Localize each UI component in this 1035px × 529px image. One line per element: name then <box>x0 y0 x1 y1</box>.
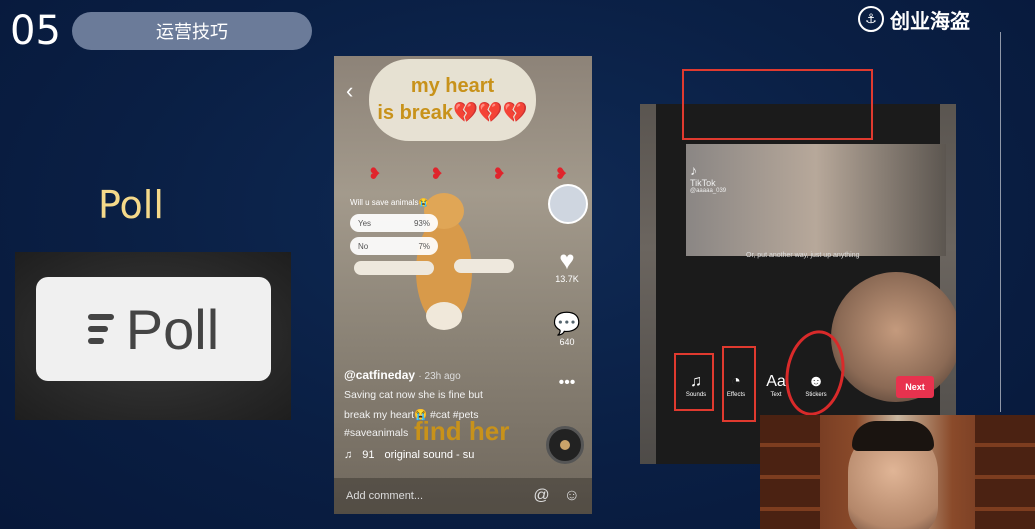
post-author[interactable]: @catfineday · 23h ago <box>344 368 461 382</box>
sound-row[interactable]: ♫ 91 original sound - su <box>344 449 474 461</box>
heart-icon: ❥ <box>368 166 382 183</box>
heart-icon: ❥ <box>430 166 444 183</box>
more-options-icon[interactable]: ••• <box>552 374 582 392</box>
poll-option-percent: 93% <box>413 218 430 228</box>
comment-button[interactable]: 💬 640 <box>552 311 582 347</box>
author-handle: @catfineday <box>344 368 416 382</box>
tiktok-username: @aaaaa_039 <box>690 188 727 194</box>
webcam-overlay <box>760 415 1035 529</box>
tiktok-poll-screenshot: ‹ my heart is break💔💔💔 ❥ ❥ ❥ ❥ Will u sa… <box>334 56 592 514</box>
anchor-icon: ⚓ <box>858 6 884 32</box>
brand-name: 创业海盗 <box>890 8 970 33</box>
emoji-icon[interactable]: ☺ <box>564 487 580 505</box>
mention-icon[interactable]: @ <box>533 487 549 505</box>
heart-break-bubble: my heart is break💔💔💔 <box>369 59 536 141</box>
poll-option-label: Yes <box>358 218 372 228</box>
green-screen-face <box>831 272 956 402</box>
poll-lines-icon <box>87 314 114 344</box>
poll-option-no[interactable]: No 7% <box>350 237 438 255</box>
like-count: 13.7K <box>555 274 579 284</box>
heart-icon: ♥ <box>559 245 575 275</box>
annotation-box-sounds <box>674 353 714 411</box>
tiktok-app-name: TikTok <box>690 178 716 188</box>
video-subtitle: Or, put another way, just up anything <box>746 252 860 259</box>
poll-option-percent: 7% <box>418 241 430 251</box>
brand-logo: ⚓ 创业海盗 <box>858 5 970 33</box>
heart-icon: ❥ <box>492 166 506 183</box>
comment-bubble-icon: 💬 <box>553 311 581 336</box>
caption-line-1: Saving cat now she is fine but <box>344 389 483 401</box>
heart-icon: ❥ <box>554 166 568 183</box>
next-button[interactable]: Next <box>896 376 934 398</box>
poll-heading: Poll <box>98 183 164 227</box>
divider-line <box>1000 32 1001 412</box>
section-title: 运营技巧 <box>156 22 228 43</box>
creator-avatar[interactable] <box>548 184 588 224</box>
back-arrow-icon[interactable]: ‹ <box>346 78 353 104</box>
poll-button-label: Poll <box>125 297 220 361</box>
bookshelf-right <box>975 415 1035 529</box>
bookshelf-left <box>760 415 820 529</box>
sound-count: 91 <box>362 449 375 461</box>
tiktok-logo-icon: ♪ <box>690 162 697 178</box>
comment-input[interactable]: Add comment... <box>346 490 423 502</box>
poll-button-image: Poll <box>15 252 291 420</box>
poll-option-yes[interactable]: Yes 93% <box>350 214 438 232</box>
poll-option-label: No <box>358 241 369 251</box>
slide-number: 05 <box>10 8 61 54</box>
comment-bar[interactable]: Add comment... @ ☺ <box>334 478 592 514</box>
bubble-line-1: my heart <box>410 75 495 97</box>
music-disc-icon[interactable] <box>546 426 584 464</box>
tiktok-watermark: ♪ TikTok @aaaaa_039 <box>690 162 726 194</box>
annotation-box-top <box>682 69 873 140</box>
sound-name: original sound - su <box>384 449 475 461</box>
find-her-text: find her <box>414 416 510 446</box>
poll-sticker-button: Poll <box>36 277 271 381</box>
presenter-hair <box>852 421 934 451</box>
like-button[interactable]: ♥ 13.7K <box>552 246 582 284</box>
comment-count: 640 <box>559 337 575 347</box>
video-preview <box>686 144 946 256</box>
bubble-line-2: is break💔💔💔 <box>377 102 528 124</box>
music-note-icon: ♫ <box>344 449 353 461</box>
poll-question: Will u save animals😭 <box>350 198 429 207</box>
section-title-pill: 运营技巧 <box>72 12 312 50</box>
annotation-box-effects <box>722 346 756 422</box>
hearts-row: ❥ ❥ ❥ ❥ <box>368 164 568 184</box>
post-time: · 23h ago <box>418 371 461 382</box>
